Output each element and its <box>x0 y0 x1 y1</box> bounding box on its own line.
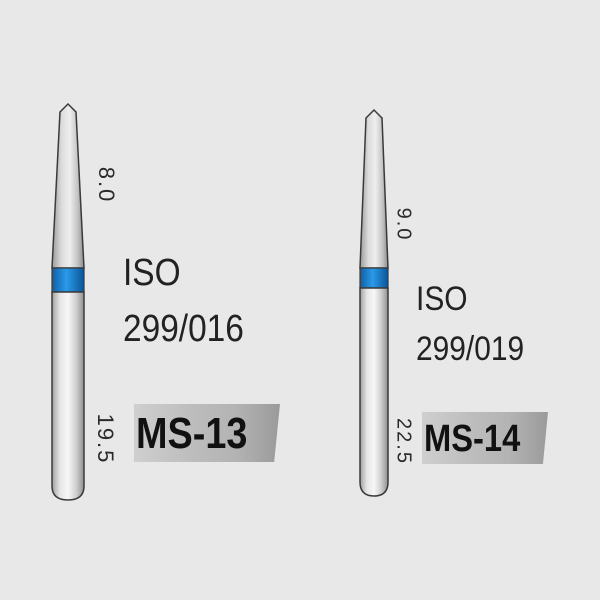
iso-label-2: ISO <box>416 280 468 318</box>
bur-ms13 <box>51 102 85 501</box>
iso-code-2: 299/019 <box>416 330 525 368</box>
iso-label-1: ISO <box>123 252 181 294</box>
bur-ms14 <box>359 108 389 497</box>
total-length-label-1: 19.5 <box>93 413 118 465</box>
bur-ms13-shank <box>51 291 85 501</box>
total-length-label-2: 22.5 <box>392 418 415 465</box>
bur-ms14-shank <box>359 287 389 497</box>
iso-code-1: 299/016 <box>123 308 244 350</box>
bur-ms13-head <box>51 102 85 269</box>
model-code-2: MS-14 <box>424 418 521 460</box>
bur-ms14-head <box>359 108 389 269</box>
product-diagram: 8.0 19.5 ISO 299/016 MS-13 9.0 22.5 ISO … <box>0 0 600 600</box>
bur-ms13-band <box>51 267 85 293</box>
bur-drawings <box>51 102 389 501</box>
head-length-label-2: 9.0 <box>392 207 415 242</box>
model-code-1: MS-13 <box>136 409 248 458</box>
head-length-label-1: 8.0 <box>94 166 119 204</box>
bur-ms14-band <box>359 267 389 289</box>
